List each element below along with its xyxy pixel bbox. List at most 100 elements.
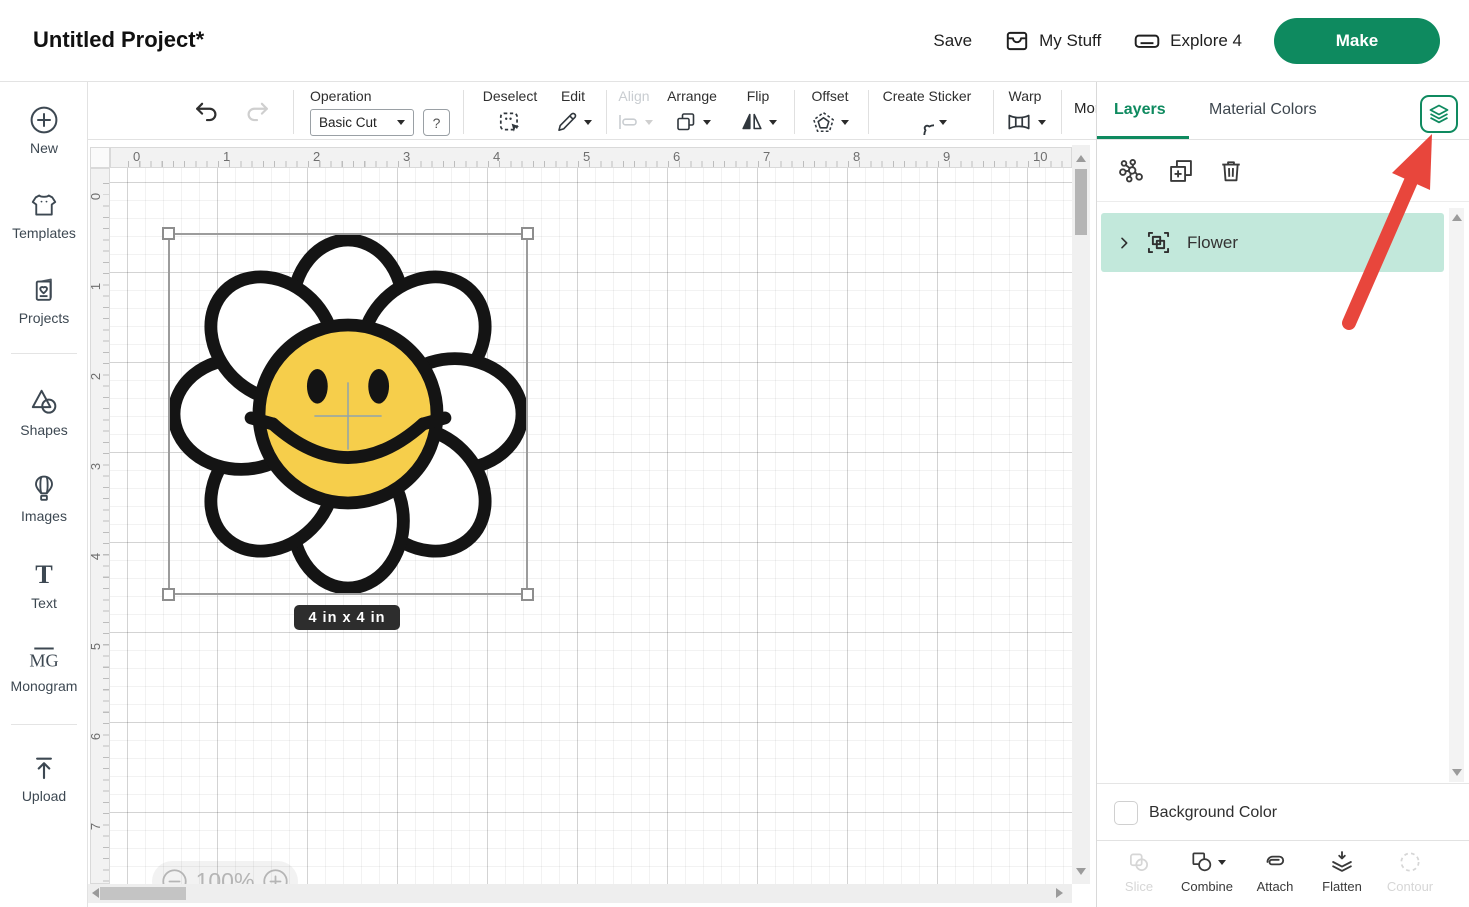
chevron-down-icon xyxy=(841,120,849,125)
toolbar-divider xyxy=(1061,90,1062,134)
sync-color-icon[interactable] xyxy=(1116,156,1146,186)
make-button[interactable]: Make xyxy=(1274,18,1440,64)
layers-panel-toggle-button[interactable] xyxy=(1420,95,1458,133)
toolbar-divider xyxy=(868,90,869,134)
upload-icon xyxy=(29,752,59,784)
warp-icon xyxy=(1005,110,1033,134)
scroll-up-arrow[interactable] xyxy=(1076,155,1086,162)
layer-operations-bar: Slice Combine xyxy=(1097,840,1469,907)
deselect-button[interactable]: Deselect xyxy=(478,88,542,136)
help-button[interactable]: ? xyxy=(423,109,450,136)
chevron-down-icon xyxy=(769,120,777,125)
ruler-number: 2 xyxy=(313,149,320,164)
scroll-down-arrow[interactable] xyxy=(1452,769,1462,776)
ruler-number: 0 xyxy=(88,193,103,200)
tab-layers[interactable]: Layers xyxy=(1114,101,1166,119)
contour-button[interactable]: Contour xyxy=(1376,849,1444,894)
canvas-area[interactable]: 012345678910 01234567 xyxy=(88,140,1096,907)
machine-icon xyxy=(1133,28,1161,54)
background-color-checkbox[interactable] xyxy=(1114,801,1138,825)
my-stuff-button[interactable]: My Stuff xyxy=(1004,28,1101,54)
edit-button[interactable]: Edit xyxy=(550,88,596,136)
slice-icon xyxy=(1126,849,1152,875)
resize-handle-top-left[interactable] xyxy=(162,227,175,240)
layer-row-flower[interactable]: Flower xyxy=(1101,213,1444,272)
operation-group: Operation Basic Cut ? xyxy=(310,88,450,136)
save-button[interactable]: Save xyxy=(933,31,972,51)
canvas-horizontal-scrollbar[interactable] xyxy=(88,884,1072,903)
balloon-icon xyxy=(29,472,59,504)
sidebar-item-images[interactable]: Images xyxy=(0,472,88,524)
explore-machine-button[interactable]: Explore 4 xyxy=(1133,28,1242,54)
flatten-button[interactable]: Flatten xyxy=(1308,849,1376,894)
resize-handle-bottom-left[interactable] xyxy=(162,588,175,601)
combine-button[interactable]: Combine xyxy=(1173,849,1241,894)
contour-icon xyxy=(1397,849,1423,875)
top-bar-actions: Save My Stuff Explore 4 xyxy=(933,0,1440,82)
ruler-corner xyxy=(90,147,110,168)
tab-material-colors[interactable]: Material Colors xyxy=(1209,101,1317,119)
chevron-down-icon xyxy=(703,120,711,125)
background-color-label: Background Color xyxy=(1149,804,1277,822)
scroll-down-arrow[interactable] xyxy=(1076,868,1086,875)
chevron-down-icon xyxy=(645,120,653,125)
vertical-scroll-thumb[interactable] xyxy=(1075,169,1087,235)
chevron-down-icon xyxy=(584,120,592,125)
sidebar-item-label: Upload xyxy=(22,788,66,804)
sidebar-item-label: Projects xyxy=(19,310,70,326)
arrange-button[interactable]: Arrange xyxy=(660,88,724,136)
chevron-right-icon[interactable] xyxy=(1116,235,1132,251)
tshirt-icon xyxy=(29,189,59,221)
sidebar-item-projects[interactable]: Projects xyxy=(0,274,88,326)
sidebar-divider xyxy=(11,353,77,354)
layer-list-scrollbar[interactable] xyxy=(1449,208,1464,782)
resize-handle-bottom-right[interactable] xyxy=(521,588,534,601)
offset-button[interactable]: Offset xyxy=(800,88,860,136)
shapes-icon xyxy=(28,386,60,418)
sidebar-item-upload[interactable]: Upload xyxy=(0,752,88,804)
operation-select[interactable]: Basic Cut xyxy=(310,109,414,136)
horizontal-scroll-thumb[interactable] xyxy=(100,887,186,900)
project-title[interactable]: Untitled Project* xyxy=(33,27,204,53)
ruler-number: 7 xyxy=(763,149,770,164)
operation-value: Basic Cut xyxy=(319,115,377,130)
ruler-number: 3 xyxy=(403,149,410,164)
monogram-icon: MG xyxy=(27,642,61,674)
svg-text:MG: MG xyxy=(29,651,58,671)
scroll-right-arrow[interactable] xyxy=(1056,888,1063,898)
warp-button[interactable]: Warp xyxy=(1000,88,1050,136)
align-button[interactable]: Align xyxy=(610,88,658,136)
delete-icon[interactable] xyxy=(1216,156,1246,186)
duplicate-icon[interactable] xyxy=(1166,156,1196,186)
paperclip-icon xyxy=(1261,849,1289,875)
ruler-number: 3 xyxy=(88,463,103,470)
undo-button[interactable] xyxy=(192,100,222,124)
flip-button[interactable]: Flip xyxy=(736,88,780,136)
redo-button[interactable] xyxy=(242,100,272,124)
project-card-icon xyxy=(29,274,59,306)
text-icon: T xyxy=(29,559,59,591)
inbox-icon xyxy=(1004,28,1030,54)
app-window: Untitled Project* Save My Stuff xyxy=(0,0,1469,907)
flower-image[interactable] xyxy=(170,235,526,593)
pencil-icon xyxy=(555,110,579,134)
ruler-number: 4 xyxy=(88,553,103,560)
scroll-left-arrow[interactable] xyxy=(92,888,99,898)
selection-bounding-box[interactable] xyxy=(168,233,528,595)
scroll-up-arrow[interactable] xyxy=(1452,214,1462,221)
attach-button[interactable]: Attach xyxy=(1241,849,1309,894)
resize-handle-top-right[interactable] xyxy=(521,227,534,240)
ruler-number: 2 xyxy=(88,373,103,380)
group-select-icon xyxy=(1145,229,1172,256)
slice-button[interactable]: Slice xyxy=(1105,849,1173,894)
ruler-number: 6 xyxy=(673,149,680,164)
sidebar-item-new[interactable]: New xyxy=(0,104,88,156)
create-sticker-button[interactable]: Create Sticker xyxy=(880,88,974,136)
canvas-vertical-scrollbar[interactable] xyxy=(1072,145,1090,884)
sidebar-item-label: Shapes xyxy=(20,422,67,438)
sidebar-item-shapes[interactable]: Shapes xyxy=(0,386,88,438)
sidebar-item-monogram[interactable]: MG Monogram xyxy=(0,642,88,694)
canvas-grid[interactable]: 4 in x 4 in 100% xyxy=(110,168,1072,884)
sidebar-item-templates[interactable]: Templates xyxy=(0,189,88,241)
sidebar-item-text[interactable]: T Text xyxy=(0,559,88,611)
